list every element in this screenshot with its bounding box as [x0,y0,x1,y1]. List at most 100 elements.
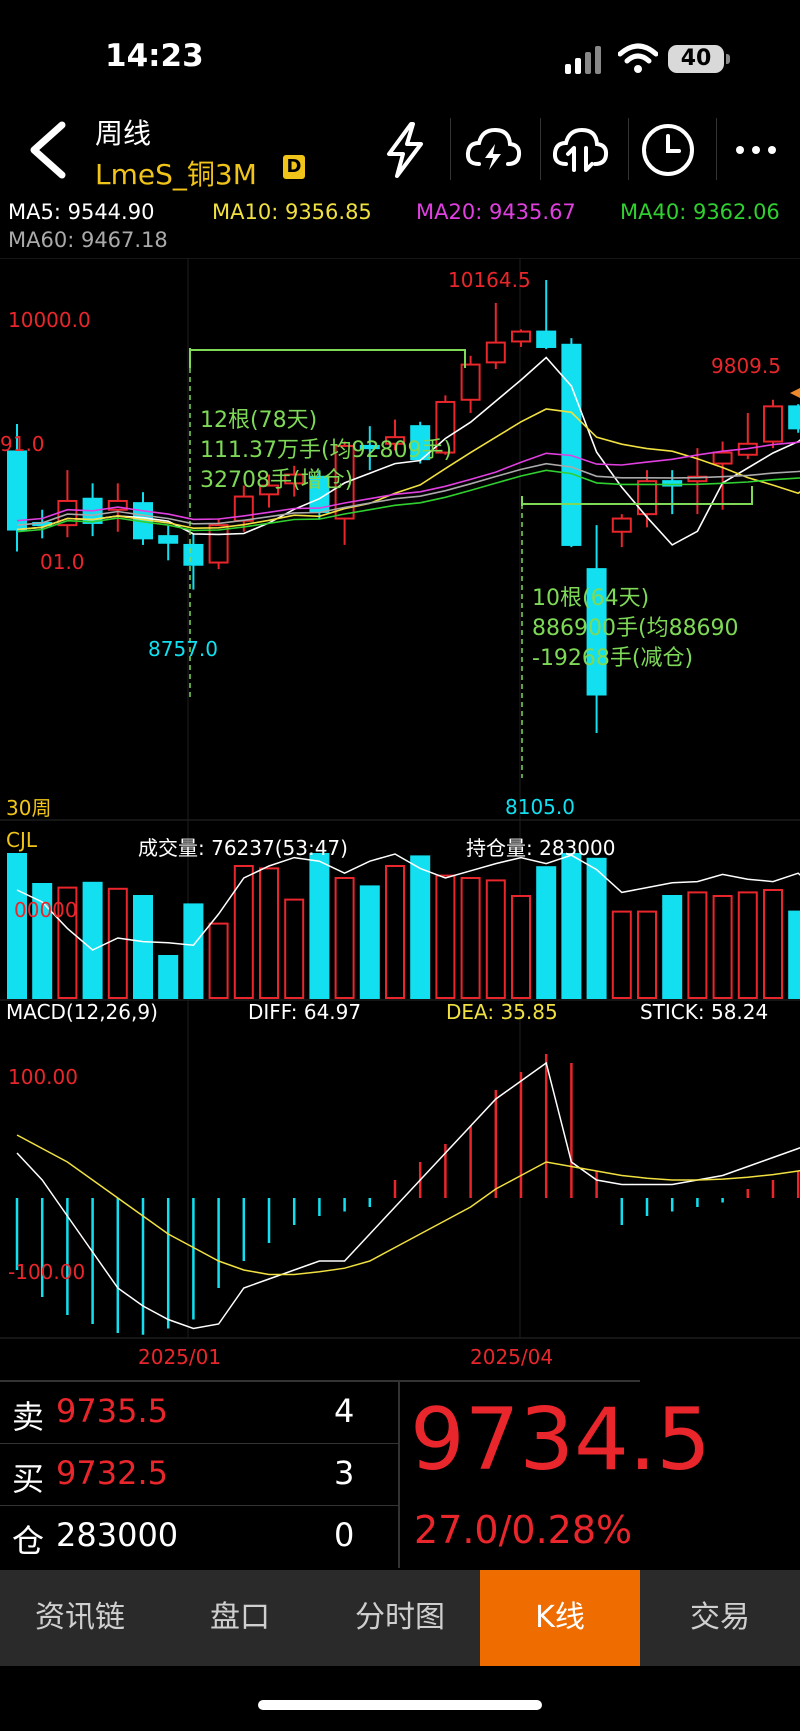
quote-row-sep [0,1505,398,1506]
volume-bar [284,898,305,999]
stick-value: STICK: 58.24 [640,1000,769,1024]
more-icon[interactable] [726,120,786,180]
header-separator [540,118,541,180]
volume-bar [359,885,380,1000]
sell-price[interactable]: 9735.5 [56,1392,168,1430]
macd-diff-line [16,1061,800,1330]
cloud-sync-icon[interactable] [550,120,610,180]
range-box-1 [189,348,466,368]
macd-axis-top: 100.00 [8,1065,78,1089]
ma20-label: MA20: 9435.67 [416,200,576,224]
back-arrow-icon[interactable] [20,115,80,185]
candle-body [712,451,733,465]
diff-value: DIFF: 64.97 [248,1000,362,1024]
volume-bar [637,910,657,999]
volume-bar [410,855,431,1000]
candle-body [183,543,204,566]
volume-axis-label: 00000 [14,898,78,922]
price-axis-10000: 10000.0 [8,308,91,332]
ma5-label: MA5: 9544.90 [8,200,155,224]
battery-icon: 40 [668,45,724,73]
tab-kline[interactable]: K线 [480,1570,640,1666]
buy-qty: 3 [334,1454,355,1492]
volume-bar [712,895,733,999]
low-price-label-2: 8757.0 [148,637,218,661]
volume-bar [259,867,279,1000]
buy-price[interactable]: 9732.5 [56,1454,168,1492]
range-box-1-line2: 111.37万手(均92809手) [200,438,453,463]
period-count: 30周 [6,796,52,820]
volume-bar [7,853,27,999]
clock-icon[interactable] [638,120,698,180]
volume-bar [662,895,683,999]
sell-label: 卖 [12,1398,45,1436]
sell-qty: 4 [334,1392,355,1430]
candle-body [460,363,481,401]
signal-icon [565,46,605,74]
macd-label: MACD(12,26,9) [6,1000,158,1024]
open-interest-value: 持仓量: 283000 [466,836,616,860]
position-value: 283000 [56,1516,179,1554]
volume-bar [763,889,783,999]
low-price-label: 8105.0 [505,795,575,819]
volume-bar [385,865,405,999]
price-pointer [790,388,800,398]
header-separator [716,118,717,180]
kline-chart[interactable] [0,258,800,1358]
battery-tip [726,54,730,64]
volume-bar [485,879,506,1000]
range-box-1-line3: 32708手(增仓) [200,468,354,493]
range-box-2-line2: 886900手(均88690 [532,616,739,641]
cloud-lightning-icon[interactable] [463,120,523,180]
macd-dea-line [16,1134,800,1276]
quote-top-border [0,1380,640,1382]
candle-body [763,405,783,443]
volume-bar [309,853,330,999]
range-box-2-line3: -19268手(减仓) [532,646,694,671]
volume-bar [133,895,153,999]
period-title: 周线 [95,117,152,150]
volume-bar [687,891,708,1000]
volume-bar [107,887,128,999]
candle-body [561,343,582,546]
volume-bar [435,874,456,999]
candle-body [485,341,506,364]
lightning-icon[interactable] [375,120,435,180]
tab-news-chain[interactable]: 资讯链 [0,1570,160,1666]
tab-intraday[interactable]: 分时图 [320,1570,480,1666]
volume-bar [460,877,481,999]
price-change: 27.0/0.28% [414,1508,633,1552]
date-label-apr: 2025/04 [470,1345,554,1369]
candle-body [7,450,27,531]
home-indicator [258,1700,542,1710]
candle-body [511,330,531,343]
volume-bar [788,910,800,999]
volume-bar [158,955,179,999]
recent-high-label: 9809.5 [711,354,781,378]
candle-body [611,517,632,533]
ma40-label: MA40: 9362.06 [620,200,780,224]
cjl-label: CJL [6,828,38,852]
price-axis-mid: 91.0 [0,432,45,456]
quote-row-sep [0,1443,398,1444]
position-label: 仓 [12,1522,45,1560]
candle-body [158,535,179,544]
volume-bar [82,881,103,999]
candle-body [536,330,557,348]
volume-value: 成交量: 76237(53:47) [138,836,348,860]
volume-bar [183,903,204,1000]
volume-bar [561,853,582,999]
price-axis-low: 01.0 [40,550,85,574]
volume-bar [586,857,607,999]
volume-bar [511,895,531,999]
volume-bar [208,922,229,999]
volume-bar [737,891,758,1000]
volume-bar [536,866,557,1000]
tab-trade[interactable]: 交易 [640,1570,800,1666]
ma60-label: MA60: 9467.18 [8,228,168,252]
range-box-1-line1: 12根(78天) [200,408,318,433]
high-price-label: 10164.5 [448,268,531,292]
tab-order-book[interactable]: 盘口 [160,1570,320,1666]
symbol-title[interactable]: LmeS_铜3M [95,153,257,193]
header-separator [628,118,629,180]
